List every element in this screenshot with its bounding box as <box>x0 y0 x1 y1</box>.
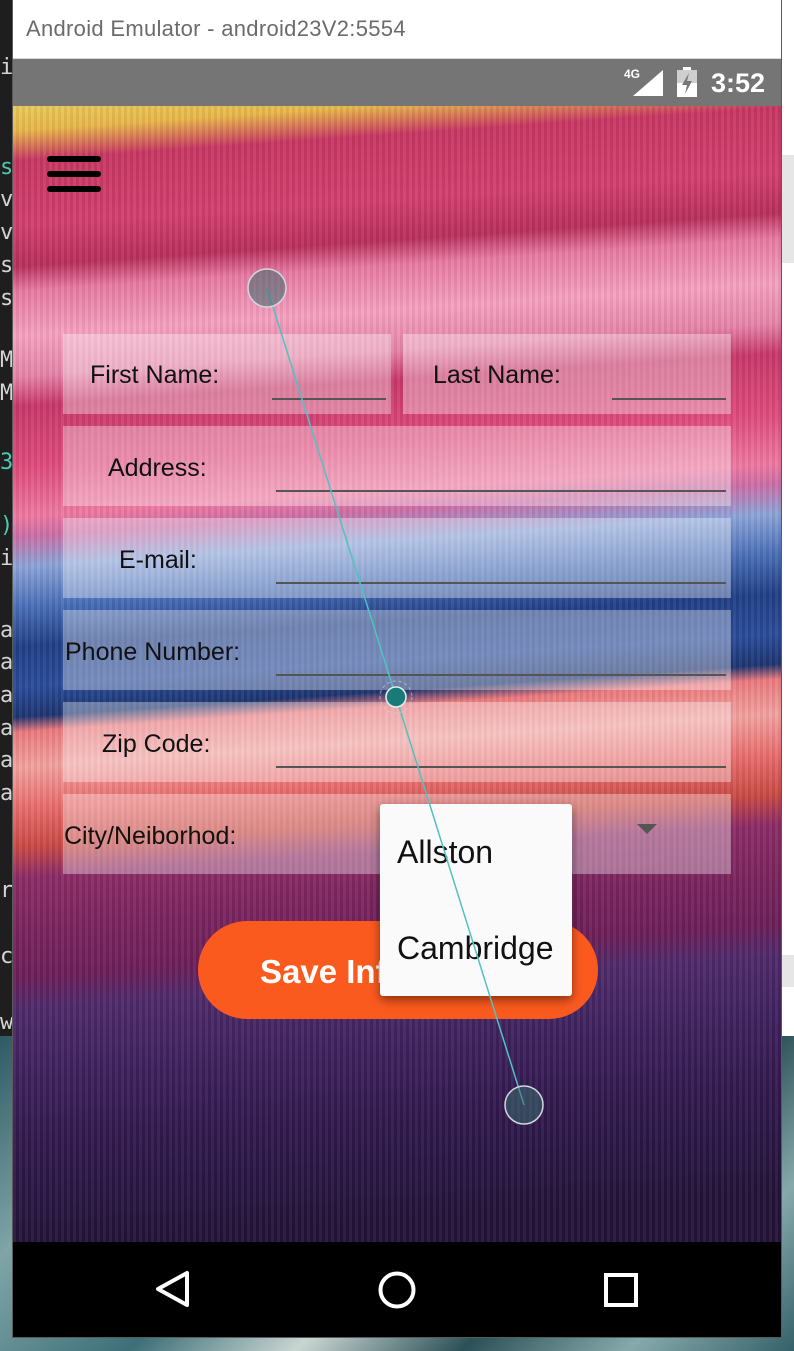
recents-square-icon <box>604 1273 638 1307</box>
phone-label: Phone Number: <box>65 638 241 666</box>
last-name-field[interactable] <box>612 366 726 400</box>
zip-field[interactable] <box>276 734 726 768</box>
dropdown-option-cambridge[interactable]: Cambridge <box>397 930 554 967</box>
zip-row: Zip Code: <box>63 702 731 782</box>
app-content: First Name: Last Name: Address: E-mail: … <box>13 106 781 1242</box>
city-dropdown: Allston Cambridge <box>380 804 572 996</box>
code-fragment: a <box>0 716 13 741</box>
code-fragment: a <box>0 781 13 806</box>
code-fragment: c <box>0 944 13 969</box>
clock: 3:52 <box>710 68 765 98</box>
background-code-editor: i s v v s s M M 3 ) i a a a a a a r c w <box>0 0 13 1040</box>
window-title: Android Emulator - android23V2:5554 <box>26 16 406 41</box>
email-field[interactable] <box>276 550 726 584</box>
battery-icon <box>677 67 697 97</box>
code-fragment: a <box>0 683 13 708</box>
phone-row: Phone Number: <box>63 610 731 690</box>
code-fragment: i <box>0 546 13 571</box>
code-fragment: a <box>0 650 13 675</box>
status-bar: 4G 3:52 <box>13 59 781 106</box>
back-triangle-icon <box>156 1271 189 1307</box>
address-field[interactable] <box>276 458 726 492</box>
email-label: E-mail: <box>119 546 197 574</box>
code-fragment: 3 <box>0 450 13 475</box>
code-fragment: s <box>0 155 13 180</box>
code-fragment: M <box>0 348 13 373</box>
background-panel <box>781 155 794 263</box>
code-fragment: M <box>0 381 13 406</box>
phone-field[interactable] <box>276 642 726 676</box>
code-fragment: r <box>0 878 13 903</box>
navigation-bar <box>13 1242 781 1337</box>
menu-button[interactable] <box>45 156 103 200</box>
code-fragment: i <box>0 55 13 80</box>
code-fragment: w <box>0 1010 13 1035</box>
code-fragment: a <box>0 748 13 773</box>
first-name-row: First Name: <box>63 334 391 414</box>
background-panel <box>781 955 794 987</box>
window-titlebar[interactable]: Android Emulator - android23V2:5554 <box>13 0 781 59</box>
address-label: Address: <box>108 454 207 482</box>
signal-icon <box>633 70 663 96</box>
code-fragment: v <box>0 220 13 245</box>
city-label: City/Neiborhod: <box>64 822 237 850</box>
code-fragment: s <box>0 253 13 278</box>
chevron-down-icon[interactable] <box>637 824 657 834</box>
recents-button[interactable] <box>603 1272 639 1308</box>
last-name-label: Last Name: <box>433 361 561 389</box>
home-button[interactable] <box>377 1270 417 1310</box>
code-fragment: s <box>0 286 13 311</box>
code-fragment: a <box>0 618 13 643</box>
back-button[interactable] <box>154 1270 192 1308</box>
emulator-window: Android Emulator - android23V2:5554 4G 3… <box>13 0 781 1337</box>
zip-label: Zip Code: <box>102 730 211 758</box>
dropdown-option-allston[interactable]: Allston <box>397 834 493 871</box>
last-name-row: Last Name: <box>403 334 731 414</box>
code-fragment: v <box>0 187 13 212</box>
first-name-field[interactable] <box>272 366 386 400</box>
code-fragment: ) <box>0 513 13 538</box>
home-circle-icon <box>378 1271 416 1309</box>
address-row: Address: <box>63 426 731 506</box>
first-name-label: First Name: <box>90 361 220 389</box>
email-row: E-mail: <box>63 518 731 598</box>
